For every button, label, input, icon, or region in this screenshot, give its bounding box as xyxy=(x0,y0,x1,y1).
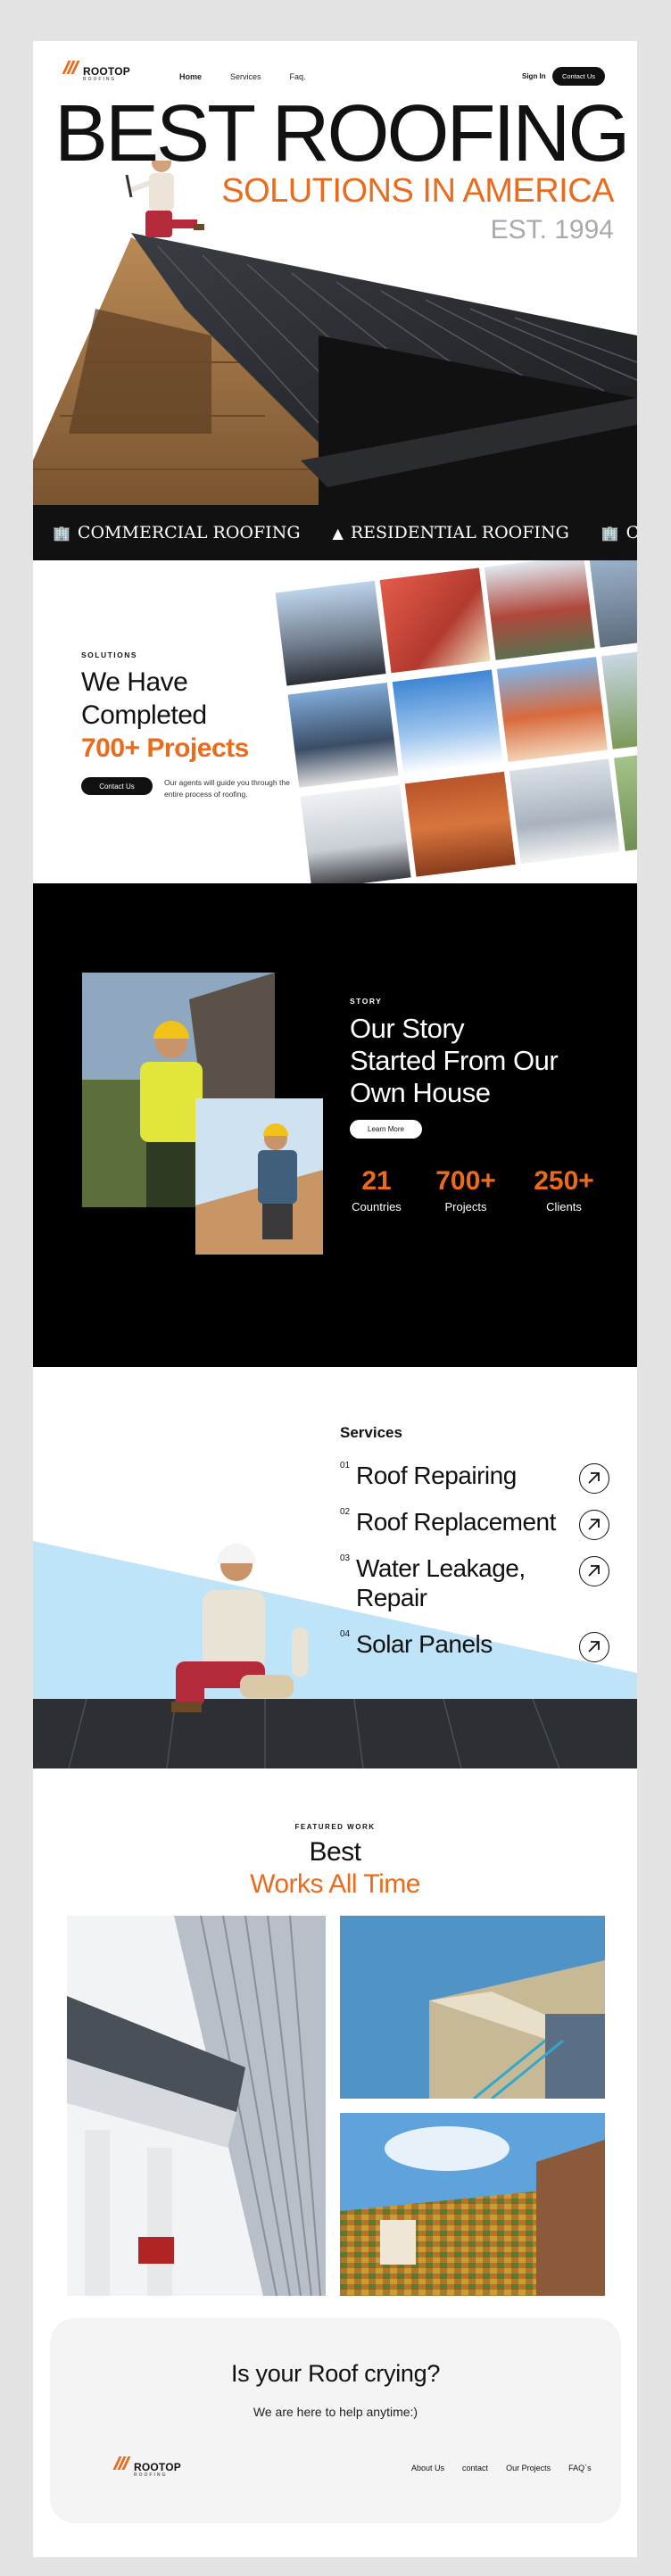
logo-name: ROOTOP xyxy=(83,65,130,78)
gallery-image xyxy=(484,560,595,660)
story-heading-line3: Own House xyxy=(350,1077,491,1108)
gallery-image xyxy=(392,669,503,775)
logo-subtext: ROOFING xyxy=(83,77,117,82)
projects-heading-line2: Completed xyxy=(81,700,207,730)
marquee-label: COMMERCIAL ROOFING xyxy=(625,523,637,543)
cta-heading: Is your Roof crying? xyxy=(230,2360,441,2387)
story-heading-line2: Started From Our xyxy=(350,1045,559,1076)
stat-label: Projects xyxy=(444,1200,487,1213)
arrow-up-right-icon[interactable] xyxy=(579,1510,609,1540)
gallery-image xyxy=(588,560,637,648)
commercial-building-icon: 🏢 xyxy=(53,524,70,542)
featured-image-modern-roof[interactable] xyxy=(340,1916,605,2099)
footer-link-about[interactable]: About Us xyxy=(411,2464,444,2472)
arrow-up-right-icon[interactable] xyxy=(579,1632,609,1662)
stat-label: Clients xyxy=(546,1200,582,1213)
marquee-label: RESIDENTIAL ROOFING xyxy=(350,523,569,543)
story-eyebrow: STORY xyxy=(350,997,383,1006)
marquee-item: ▲ RESIDENTIAL ROOFING xyxy=(333,523,569,543)
contact-us-button[interactable]: Contact Us xyxy=(552,67,605,86)
featured-image-tiled-roof[interactable] xyxy=(340,2113,605,2296)
story-heading: Our Story Started From Our Own House xyxy=(350,1013,559,1109)
stat-projects: 700+ Projects xyxy=(426,1166,506,1213)
projects-section: SOLUTIONS We Have Completed 700+ Project… xyxy=(33,560,637,883)
projects-count-highlight: 700+ Projects xyxy=(81,733,249,763)
service-number: 02 xyxy=(340,1507,351,1517)
learn-more-button[interactable]: Learn More xyxy=(350,1120,422,1139)
story-heading-line1: Our Story xyxy=(350,1013,465,1044)
featured-heading-line2: Works All Time xyxy=(250,1869,420,1899)
service-title: Water Leakage, Repair xyxy=(356,1554,526,1611)
projects-heading-line1: We Have xyxy=(81,667,188,697)
gallery-image xyxy=(300,784,411,883)
gallery-image xyxy=(275,580,386,686)
gallery-image xyxy=(496,657,608,763)
stat-clients: 250+ Clients xyxy=(524,1166,604,1213)
stat-value: 21 xyxy=(361,1166,392,1196)
hero-section: BEST ROOFING SOLUTIONS IN AMERICA EST. 1… xyxy=(33,41,637,505)
arrow-up-right-icon[interactable] xyxy=(579,1463,609,1494)
logo-name: ROOTOP xyxy=(134,2461,181,2473)
stat-value: 700+ xyxy=(435,1166,496,1196)
gallery-image xyxy=(287,682,399,788)
projects-description: Our agents will guide you through the en… xyxy=(164,778,290,799)
service-number: 04 xyxy=(340,1629,351,1639)
projects-eyebrow: SOLUTIONS xyxy=(81,650,138,659)
featured-eyebrow: FEATURED WORK xyxy=(294,1823,376,1831)
footer-logo[interactable]: ROOTOP ROOFING xyxy=(112,2456,181,2478)
featured-image-building[interactable] xyxy=(67,1916,326,2296)
cta-subtext: We are here to help anytime:) xyxy=(253,2405,418,2419)
gallery-image xyxy=(601,643,637,750)
projects-gallery xyxy=(261,560,637,883)
service-title: Roof Repairing xyxy=(356,1462,517,1489)
sign-in-link[interactable]: Sign In xyxy=(522,72,546,80)
top-nav: ROOTOP ROOFING Home Services Faq. Sign I… xyxy=(33,41,637,111)
featured-work-section: FEATURED WORK Best Works All Time xyxy=(33,1768,637,2296)
story-section: STORY Our Story Started From Our Own Hou… xyxy=(33,883,637,1367)
services-heading: Services xyxy=(340,1424,402,1441)
service-title: Solar Panels xyxy=(356,1630,493,1658)
gallery-image xyxy=(404,771,516,877)
hero-subtitle: SOLUTIONS IN AMERICA xyxy=(221,172,614,210)
gallery-image xyxy=(379,567,491,674)
marquee-item: 🏢 COMMERCIAL ROOFING xyxy=(53,523,301,543)
house-roof-icon: ▲ xyxy=(332,524,344,542)
marquee-item: 🏢 COMMERCIAL ROOFING xyxy=(601,523,637,543)
featured-heading: Best Works All Time xyxy=(33,1836,637,1901)
logo-mark-icon xyxy=(62,61,81,75)
footer-links: About Us contact Our Projects FAQ`s xyxy=(411,2464,609,2472)
logo[interactable]: ROOTOP ROOFING xyxy=(62,61,130,82)
nav-link-home[interactable]: Home xyxy=(179,72,202,81)
marquee-label: COMMERCIAL ROOFING xyxy=(77,523,301,543)
nav-link-faq[interactable]: Faq. xyxy=(290,72,306,81)
logo-subtext: ROOFING xyxy=(134,2472,168,2478)
story-image-roofer xyxy=(195,1098,323,1255)
stat-countries: 21 Countries xyxy=(336,1166,417,1213)
stat-label: Countries xyxy=(352,1200,402,1213)
logo-mark-icon xyxy=(112,2456,132,2471)
service-number: 03 xyxy=(340,1553,351,1563)
hero-established: EST. 1994 xyxy=(490,215,614,244)
footer-link-contact[interactable]: contact xyxy=(462,2464,488,2472)
featured-heading-line1: Best xyxy=(309,1837,361,1867)
footer-link-faq[interactable]: FAQ`s xyxy=(568,2464,592,2472)
cta-footer: Is your Roof crying? We are here to help… xyxy=(50,2318,621,2523)
projects-contact-button[interactable]: Contact Us xyxy=(81,777,153,795)
page: BEST ROOFING SOLUTIONS IN AMERICA EST. 1… xyxy=(33,41,637,2557)
arrow-up-right-icon[interactable] xyxy=(579,1556,609,1586)
services-section: Services 01 Roof Repairing 02 Roof Repla… xyxy=(33,1367,637,1768)
footer-link-projects[interactable]: Our Projects xyxy=(506,2464,551,2472)
service-title: Roof Replacement xyxy=(356,1508,556,1536)
nav-link-services[interactable]: Services xyxy=(230,72,261,81)
commercial-building-icon: 🏢 xyxy=(601,524,619,542)
projects-heading: We Have Completed 700+ Projects xyxy=(81,666,249,765)
service-number: 01 xyxy=(340,1461,351,1470)
gallery-image xyxy=(509,758,620,865)
nav-links: Home Services Faq. xyxy=(179,72,335,81)
stat-value: 250+ xyxy=(534,1166,594,1196)
services-marquee: 🏢 COMMERCIAL ROOFING ▲ RESIDENTIAL ROOFI… xyxy=(33,505,637,560)
